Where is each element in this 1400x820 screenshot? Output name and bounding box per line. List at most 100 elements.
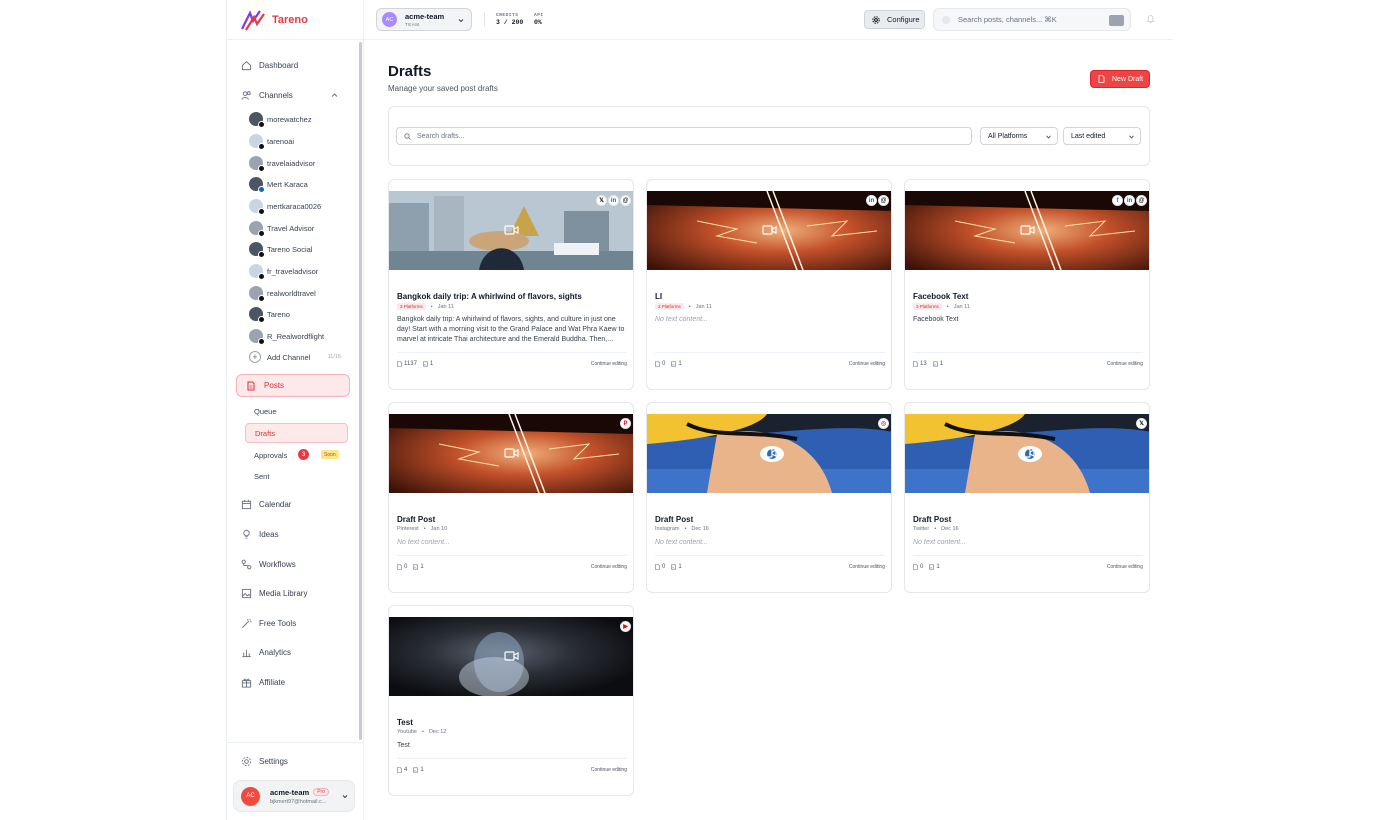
draft-search-input[interactable]: Search drafts... bbox=[396, 127, 972, 145]
draft-card[interactable]: 𝕏 Draft Post Twitter • Dec 16 No text content… bbox=[904, 402, 1150, 593]
sidebar-item-settings[interactable]: Settings bbox=[241, 753, 288, 769]
draft-card[interactable]: in @ LI 2 Platforms • Jan 11 No text content..… bbox=[646, 179, 892, 390]
continue-editing-link[interactable]: Continue editing bbox=[1107, 361, 1143, 367]
card-media[interactable]: f in @ bbox=[905, 191, 1149, 270]
channel-name: Tareno Social bbox=[267, 244, 313, 254]
channel-avatar bbox=[249, 112, 265, 128]
channel-item[interactable]: realworldtravel bbox=[249, 285, 316, 302]
draft-title: Draft Post bbox=[655, 515, 694, 524]
media-count-value: 1 bbox=[939, 361, 944, 367]
draft-meta: Instagram • Dec 16 bbox=[655, 526, 709, 532]
media-count-value: 1 bbox=[678, 361, 682, 367]
video-icon bbox=[504, 651, 519, 661]
draft-card[interactable]: ◎ Draft Post Instagram • Dec 16 No text conte… bbox=[646, 402, 892, 593]
channel-item[interactable]: mertkaraca0026 bbox=[249, 198, 321, 215]
channel-item[interactable]: Tareno Social bbox=[249, 241, 313, 258]
channel-avatar bbox=[249, 221, 265, 237]
channel-item[interactable]: R_Realwordflight bbox=[249, 328, 325, 345]
draft-meta: 3 Platforms • Jan 11 bbox=[397, 303, 454, 310]
team-avatar: AC bbox=[382, 12, 397, 27]
sidebar-item-channels[interactable]: Channels bbox=[241, 87, 293, 103]
channel-name: R_Realwordflight bbox=[267, 331, 325, 341]
continue-editing-link[interactable]: Continue editing bbox=[591, 564, 627, 570]
media-count: 1 bbox=[932, 361, 944, 367]
channel-name: Travel Advisor bbox=[267, 223, 315, 233]
add-channel-button[interactable]: + Add Channel 11/15 bbox=[249, 351, 341, 363]
sidebar-item-dashboard[interactable]: Dashboard bbox=[241, 57, 298, 73]
sidebar-scrollbar[interactable] bbox=[359, 42, 362, 740]
sidebar-item-queue[interactable]: Queue bbox=[254, 404, 277, 418]
bell-icon[interactable] bbox=[1146, 14, 1155, 24]
channel-item[interactable]: fr_traveladvisor bbox=[249, 263, 318, 280]
global-search-input[interactable]: Search posts, channels... ⌘K bbox=[933, 8, 1131, 31]
character-count: 1137 bbox=[397, 361, 417, 367]
card-media[interactable]: ▶ bbox=[389, 617, 633, 696]
channel-item[interactable]: Travel Advisor bbox=[249, 220, 315, 237]
sidebar-item-sent[interactable]: Sent bbox=[254, 469, 269, 483]
sidebar-item-free-tools[interactable]: Free Tools bbox=[241, 615, 296, 631]
draft-title: Draft Post bbox=[397, 515, 436, 524]
sidebar-item-drafts[interactable]: Drafts bbox=[245, 423, 348, 443]
card-media[interactable]: in @ bbox=[647, 191, 891, 270]
draft-body: Facebook Text bbox=[913, 316, 959, 323]
team-selector[interactable]: AC acme-team TEAM bbox=[376, 8, 472, 31]
channel-avatar bbox=[249, 177, 265, 193]
media-count: 1 bbox=[671, 564, 682, 570]
media-count-icon bbox=[413, 564, 419, 570]
bar-chart-icon bbox=[242, 649, 251, 657]
media-count-icon bbox=[929, 564, 935, 570]
channel-item[interactable]: Mert Karaca bbox=[249, 176, 308, 193]
sidebar-item-media-library[interactable]: Media Library bbox=[241, 585, 307, 601]
video-icon bbox=[504, 225, 519, 235]
platform-filter-select[interactable]: All Platforms bbox=[980, 127, 1058, 145]
new-draft-label: New Draft bbox=[1112, 75, 1144, 83]
sidebar-item-posts[interactable]: Posts bbox=[236, 374, 350, 397]
channel-name: tarenoai bbox=[267, 136, 295, 146]
card-footer: 0 1 Continue editing bbox=[913, 564, 1143, 570]
continue-editing-link[interactable]: Continue editing bbox=[591, 767, 627, 773]
sidebar-item-approvals[interactable]: Approvals bbox=[254, 448, 287, 462]
chevron-up-icon[interactable] bbox=[331, 92, 338, 98]
continue-editing-link[interactable]: Continue editing bbox=[849, 564, 885, 570]
channel-avatar bbox=[249, 264, 265, 280]
channel-item[interactable]: travelaiadvisor bbox=[249, 155, 315, 172]
sidebar-item-calendar[interactable]: Calendar bbox=[241, 496, 291, 512]
character-count-icon bbox=[913, 361, 918, 367]
channel-item[interactable]: Tareno bbox=[249, 306, 290, 323]
sidebar-divider bbox=[227, 742, 363, 743]
lightbulb-icon bbox=[243, 529, 250, 539]
draft-date: Dec 16 bbox=[691, 526, 709, 532]
media-count-value: 1 bbox=[429, 361, 434, 367]
continue-editing-link[interactable]: Continue editing bbox=[849, 361, 885, 367]
sort-select[interactable]: Last edited bbox=[1063, 127, 1141, 145]
draft-card[interactable]: f in @ Facebook Text 3 Platforms • Jan 11 Faceb… bbox=[904, 179, 1150, 390]
brand[interactable]: Tareno bbox=[227, 0, 363, 40]
sidebar-item-workflows[interactable]: Workflows bbox=[241, 556, 296, 572]
configure-button[interactable]: Configure bbox=[864, 10, 925, 29]
channel-avatar bbox=[249, 329, 265, 345]
channel-item[interactable]: morewatchez bbox=[249, 111, 312, 128]
tareno-logo-icon bbox=[241, 9, 265, 31]
card-media[interactable]: 𝕏in @ bbox=[389, 191, 633, 270]
sidebar-item-affiliate[interactable]: Affiliate bbox=[241, 674, 285, 690]
api-value: 0% bbox=[534, 19, 542, 26]
media-count: 1 bbox=[929, 564, 940, 570]
account-switcher[interactable]: AC acme-team Pro bjkmert97@hotmail.c... bbox=[233, 780, 355, 812]
channel-count: 11/15 bbox=[327, 354, 341, 360]
draft-card[interactable]: ▶ Test Youtube • Dec 12 Test 4 1 Continue editin… bbox=[388, 605, 634, 796]
new-draft-button[interactable]: New Draft bbox=[1090, 70, 1150, 88]
draft-card[interactable]: P Draft Post Pinterest • Jan 10 No text conte… bbox=[388, 402, 634, 593]
draft-card[interactable]: 𝕏in @ Bangkok daily trip: A whirlwind of f… bbox=[388, 179, 634, 390]
channel-item[interactable]: tarenoai bbox=[249, 133, 295, 150]
card-media[interactable]: ◎ bbox=[647, 414, 891, 493]
card-media[interactable]: P bbox=[389, 414, 633, 493]
sidebar-item-analytics[interactable]: Analytics bbox=[241, 644, 291, 660]
continue-editing-link[interactable]: Continue editing bbox=[591, 361, 627, 367]
card-media[interactable]: 𝕏 bbox=[905, 414, 1149, 493]
character-count-value: 0 bbox=[920, 564, 924, 570]
x-icon: 𝕏 bbox=[596, 195, 607, 206]
search-placeholder: Search posts, channels... ⌘K bbox=[958, 15, 1057, 24]
search-icon bbox=[404, 132, 411, 140]
continue-editing-link[interactable]: Continue editing bbox=[1107, 564, 1143, 570]
sidebar-item-ideas[interactable]: Ideas bbox=[241, 526, 279, 542]
